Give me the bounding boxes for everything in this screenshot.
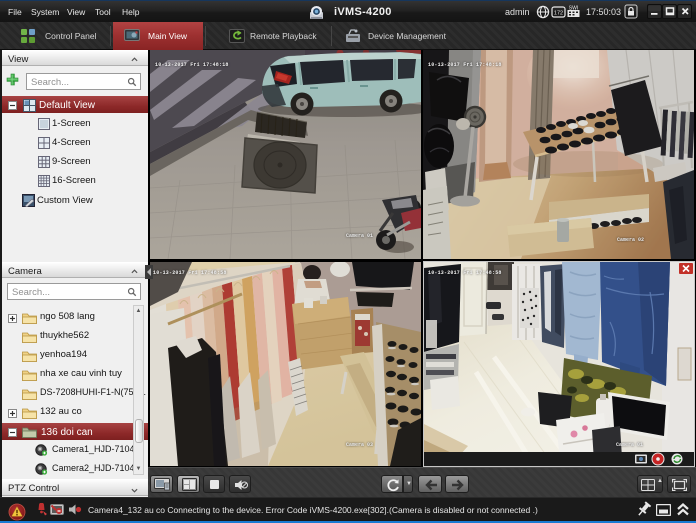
svg-text:172: 172 xyxy=(554,11,563,17)
